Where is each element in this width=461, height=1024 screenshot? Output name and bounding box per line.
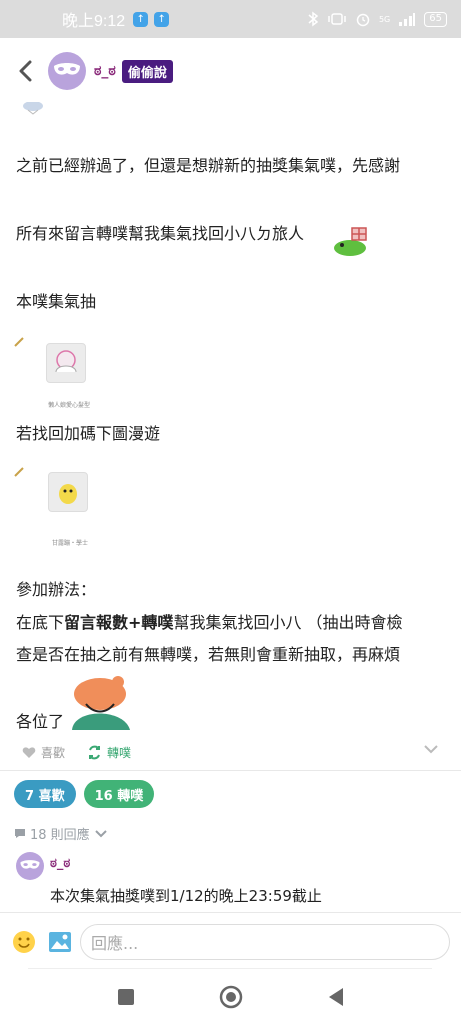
back-nav-icon[interactable] <box>327 987 345 1007</box>
post-line: 各位了 <box>16 712 65 731</box>
alarm-icon <box>356 13 370 27</box>
feather-icon <box>14 337 24 347</box>
image-icon[interactable] <box>48 931 72 953</box>
likes-count-badge[interactable]: 7 喜歡 <box>14 780 76 808</box>
like-label: 喜歡 <box>41 745 66 760</box>
responses-toggle[interactable]: 18 則回應 <box>14 824 108 843</box>
back-icon[interactable] <box>14 56 36 86</box>
responses-count-label: 18 則回應 <box>30 828 90 843</box>
post-line: 若找回加碼下圖漫遊 <box>16 424 161 443</box>
comment-avatar[interactable] <box>16 852 44 880</box>
battery-indicator: 65 <box>424 11 447 27</box>
status-icons: 5G 65 <box>307 11 447 27</box>
home-icon[interactable] <box>219 985 243 1009</box>
emoticon-icon <box>23 102 43 115</box>
post-text: 在底下 <box>16 613 65 632</box>
vibrate-icon <box>328 13 346 25</box>
emoji-icon[interactable] <box>12 930 36 954</box>
like-button[interactable]: 喜歡 <box>22 744 65 761</box>
android-nav-bar <box>0 974 461 1020</box>
post-line: 查是否在抽之前有無轉噗，若無則會重新抽取，再麻煩 <box>16 645 401 664</box>
post-line-rich: 在底下留言報數+轉噗幫我集氣找回小八 （抽出時會檢 <box>16 609 403 633</box>
replurk-label: 轉噗 <box>107 745 132 760</box>
chevron-down-icon[interactable] <box>423 744 439 754</box>
item-thumbnail[interactable] <box>46 343 86 383</box>
bluetooth-icon <box>308 11 319 27</box>
recents-icon[interactable] <box>117 988 135 1006</box>
divider <box>0 770 461 771</box>
status-time: 晚上9:12 <box>62 13 126 30</box>
reply-input[interactable]: 回應... <box>80 924 450 960</box>
author-avatar[interactable] <box>48 52 86 90</box>
divider <box>0 912 461 913</box>
replurks-count-badge[interactable]: 16 轉噗 <box>83 780 155 808</box>
qualifier-badge: 偷偷說 <box>121 59 173 83</box>
post-line: 本噗集氣抽 <box>16 292 97 311</box>
upload-notification-icon: ↑ <box>133 11 149 27</box>
thumbnail-caption: 甘露蹦・學士 <box>52 540 89 547</box>
comment-author[interactable]: ಠ_ಠ <box>50 856 70 871</box>
comment-icon <box>15 829 25 838</box>
replurk-icon <box>89 745 101 759</box>
post-actions: 喜歡 轉噗 <box>0 736 461 768</box>
mask-icon <box>20 860 40 869</box>
divider <box>28 968 432 969</box>
thumbnail-caption: 懶人娘愛心髮型 <box>48 402 91 409</box>
post-text: 幫我集氣找回小八 （抽出時會檢 <box>173 613 403 632</box>
network-type: 5G <box>378 14 391 24</box>
character-icon <box>55 350 77 373</box>
post-line: 所有來留言轉噗幫我集氣找回小八ㄉ旅人 <box>16 224 305 243</box>
comment-text: 本次集氣抽獎噗到1/12的晚上23:59截止 <box>50 887 322 905</box>
post-text-bold: 留言報數+轉噗 <box>64 613 174 632</box>
mask-icon <box>54 63 80 75</box>
chevron-down-icon <box>94 830 107 838</box>
heart-icon <box>22 746 36 758</box>
item-thumbnail[interactable] <box>48 472 88 512</box>
post-line: 之前已經辦過了，但還是想辦新的抽獎集氣噗，先感謝 <box>16 156 401 175</box>
chick-icon <box>59 484 77 504</box>
replurk-button[interactable]: 轉噗 <box>87 744 131 761</box>
feather-icon <box>14 467 24 477</box>
frog-emoticon-icon <box>334 227 367 256</box>
signal-icon <box>399 13 416 26</box>
bowing-emoticon-icon <box>72 676 130 730</box>
post-line: 參加辦法： <box>16 580 97 599</box>
upload-notification-icon: ↑ <box>154 11 170 27</box>
reply-bar: 回應... <box>0 920 461 964</box>
status-bar: 晚上9:12 ↑ ↑ 5G 65 <box>0 0 461 38</box>
plurk-header: ಠ_ಠ 偷偷說 <box>0 38 461 104</box>
author-name[interactable]: ಠ_ಠ <box>94 63 116 79</box>
stats-badges: 7 喜歡 16 轉噗 <box>14 780 155 808</box>
